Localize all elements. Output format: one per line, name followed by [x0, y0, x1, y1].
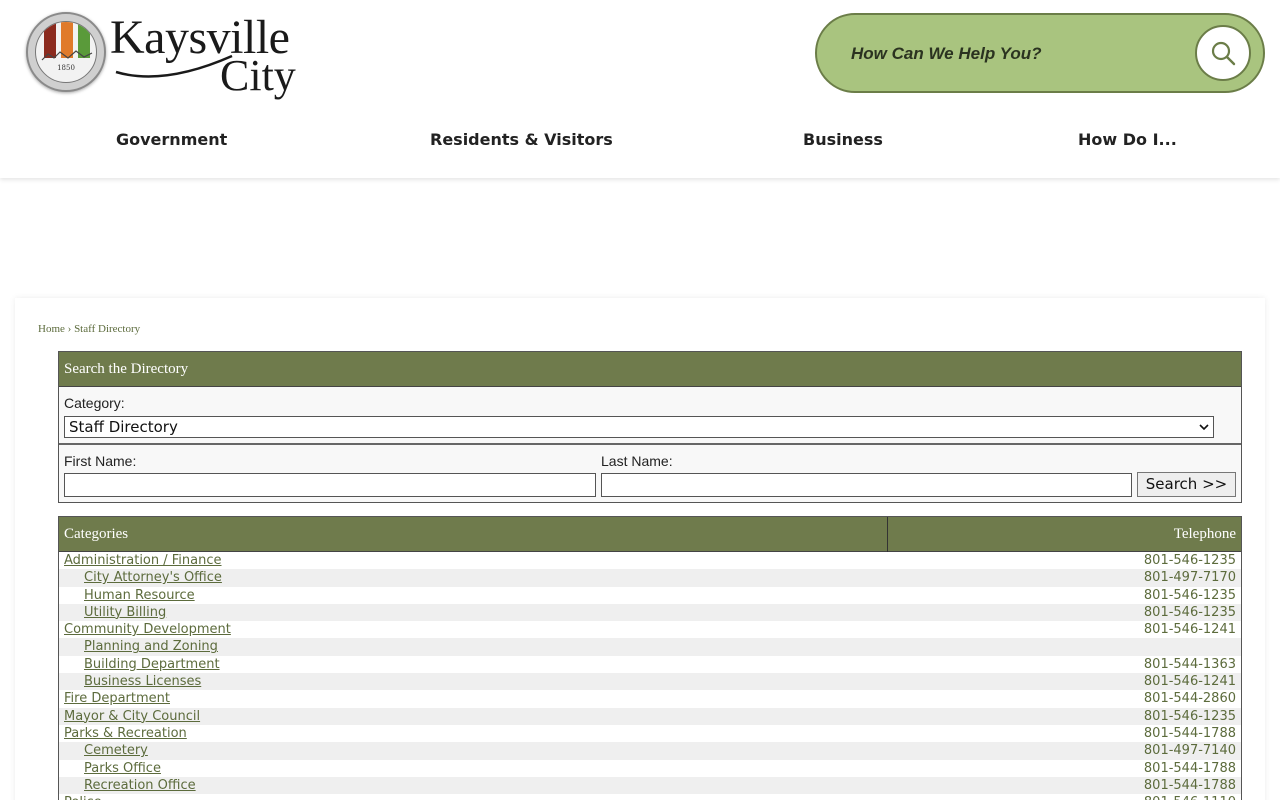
- column-header-categories: Categories: [64, 526, 129, 542]
- content-card: Home › Staff Directory Search the Direct…: [15, 298, 1265, 800]
- table-body: Administration / Finance 801-546-1235 City…: [59, 552, 1241, 800]
- nav-residents-visitors[interactable]: Residents & Visitors: [430, 130, 613, 149]
- first-name-input[interactable]: [64, 473, 596, 497]
- category-link[interactable]: Building Department: [84, 656, 220, 673]
- directory-search-button[interactable]: Search >>: [1137, 472, 1236, 497]
- category-link[interactable]: Fire Department: [64, 690, 170, 707]
- search-icon: [1211, 41, 1236, 66]
- category-link[interactable]: Human Resource: [84, 587, 195, 604]
- category-link[interactable]: Cemetery: [84, 742, 148, 759]
- category-link[interactable]: Parks Office: [84, 760, 161, 777]
- nav-business[interactable]: Business: [803, 130, 883, 149]
- category-link[interactable]: Police: [64, 794, 102, 800]
- site-search: [815, 13, 1265, 93]
- telephone-value: 801-546-1110: [1144, 794, 1236, 800]
- table-row: Business Licenses 801-546-1241: [59, 673, 1241, 691]
- table-row: Planning and Zoning: [59, 638, 1241, 656]
- last-name-label: Last Name:: [601, 453, 673, 469]
- breadcrumb-home[interactable]: Home: [38, 323, 65, 335]
- telephone-value: 801-546-1235: [1143, 708, 1236, 724]
- table-row: Community Development 801-546-1241: [59, 621, 1241, 639]
- seal-year: 1850: [57, 64, 75, 72]
- site-search-button[interactable]: [1195, 25, 1251, 81]
- category-link[interactable]: Business Licenses: [84, 673, 201, 690]
- telephone-value: 801-497-7140: [1143, 743, 1236, 759]
- directory-search-title: Search the Directory: [59, 352, 1241, 387]
- breadcrumb: Home › Staff Directory: [38, 323, 140, 335]
- last-name-input[interactable]: [601, 473, 1132, 497]
- category-link[interactable]: Parks & Recreation: [64, 725, 187, 742]
- telephone-value: 801-544-1363: [1143, 656, 1236, 672]
- category-select[interactable]: Staff Directory: [64, 416, 1214, 438]
- telephone-value: 801-544-2860: [1143, 691, 1236, 707]
- telephone-value: 801-544-1788: [1143, 725, 1236, 741]
- telephone-value: 801-544-1788: [1143, 760, 1236, 776]
- telephone-value: 801-546-1241: [1143, 622, 1236, 638]
- table-row: Parks Office 801-544-1788: [59, 759, 1241, 777]
- table-header: Categories Telephone: [59, 517, 1241, 552]
- category-link[interactable]: City Attorney's Office: [84, 569, 222, 586]
- category-select-value: Staff Directory: [69, 418, 178, 436]
- chevron-down-icon: [1199, 424, 1209, 431]
- table-row: Mayor & City Council 801-546-1235: [59, 707, 1241, 725]
- breadcrumb-current[interactable]: Staff Directory: [74, 323, 140, 335]
- city-seal: 1850: [26, 12, 106, 92]
- table-row: Building Department 801-544-1363: [59, 655, 1241, 674]
- category-link[interactable]: Community Development: [64, 621, 231, 638]
- main-nav: Government Residents & Visitors Business…: [0, 118, 1280, 164]
- logo-swoosh-icon: [115, 54, 233, 78]
- telephone-value: 801-546-1241: [1143, 674, 1236, 690]
- table-row: Parks & Recreation 801-544-1788: [59, 724, 1241, 743]
- site-search-input[interactable]: [851, 39, 1181, 69]
- table-row: Utility Billing 801-546-1235: [59, 603, 1241, 622]
- table-row: Police 801-546-1110: [59, 794, 1241, 800]
- category-link[interactable]: Administration / Finance: [64, 552, 222, 569]
- telephone-value: 801-546-1235: [1143, 587, 1236, 603]
- category-link[interactable]: Recreation Office: [84, 777, 196, 794]
- category-link[interactable]: Mayor & City Council: [64, 708, 200, 725]
- logo-word-city: City: [220, 51, 296, 100]
- directory-table: Categories Telephone Administration / Fi…: [58, 516, 1242, 800]
- table-row: Fire Department 801-544-2860: [59, 690, 1241, 708]
- table-row: Administration / Finance 801-546-1235: [59, 552, 1241, 570]
- category-link[interactable]: Utility Billing: [84, 604, 166, 621]
- telephone-value: 801-497-7170: [1143, 570, 1236, 586]
- column-header-telephone: Telephone: [1173, 526, 1236, 542]
- table-row: City Attorney's Office 801-497-7170: [59, 569, 1241, 587]
- column-divider: [887, 517, 888, 552]
- telephone-value: 801-546-1235: [1143, 604, 1236, 620]
- table-row: Cemetery 801-497-7140: [59, 742, 1241, 760]
- telephone-value: 801-544-1788: [1143, 777, 1236, 793]
- breadcrumb-separator: ›: [67, 323, 72, 335]
- directory-search-box: Search the Directory Category: Staff Dir…: [58, 351, 1242, 503]
- telephone-value: 801-546-1235: [1143, 553, 1236, 568]
- first-name-label: First Name:: [64, 453, 137, 469]
- nav-government[interactable]: Government: [116, 130, 227, 149]
- category-label: Category:: [64, 395, 125, 411]
- nav-how-do-i[interactable]: How Do I...: [1078, 130, 1177, 149]
- table-row: Recreation Office 801-544-1788: [59, 776, 1241, 795]
- site-logo[interactable]: 1850 Kaysville City: [24, 10, 314, 100]
- table-row: Human Resource 801-546-1235: [59, 586, 1241, 604]
- category-link[interactable]: Planning and Zoning: [84, 638, 218, 655]
- site-header: 1850 Kaysville City Government Residents…: [0, 0, 1280, 178]
